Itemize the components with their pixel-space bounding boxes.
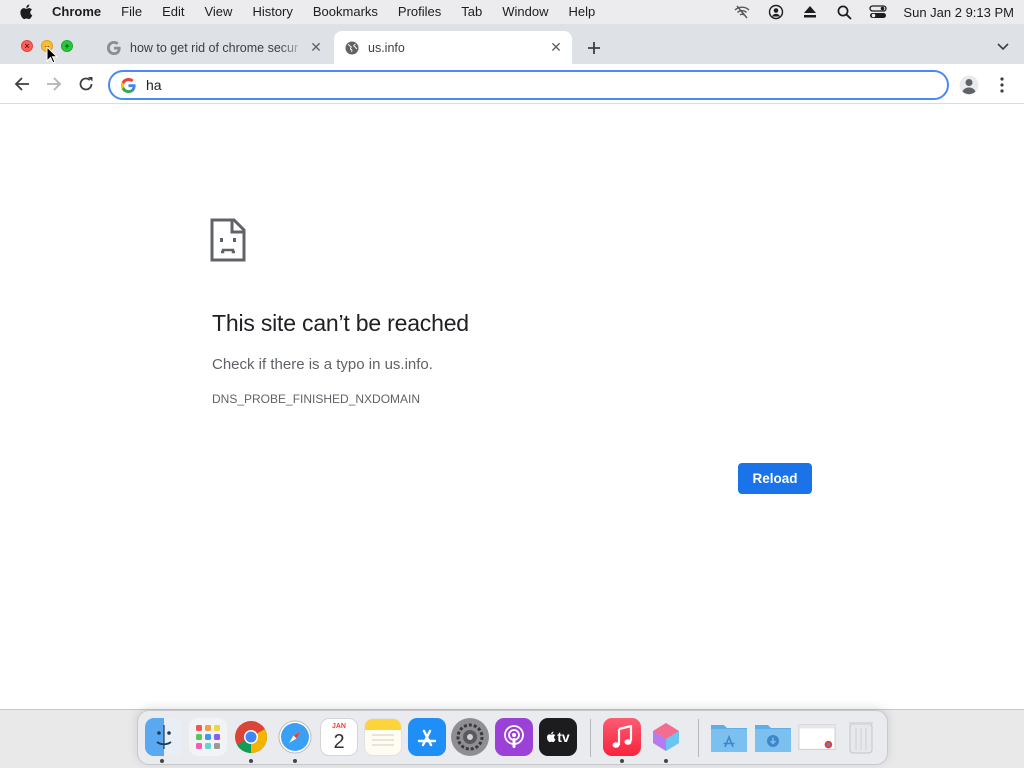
menubar-clock[interactable]: Sun Jan 2 9:13 PM: [895, 5, 1014, 20]
dock: JAN 2 tv: [137, 710, 888, 765]
dock-downloads-folder-icon[interactable]: [754, 718, 792, 756]
menu-tab[interactable]: Tab: [451, 0, 492, 24]
new-tab-button[interactable]: [582, 36, 606, 60]
profile-avatar-icon: [959, 75, 979, 95]
address-input[interactable]: [146, 77, 947, 93]
error-description: Check if there is a typo in us.info.: [212, 356, 433, 373]
menu-window[interactable]: Window: [492, 0, 558, 24]
close-icon: ×: [24, 41, 30, 51]
dock-chrome-icon[interactable]: [232, 718, 270, 756]
calendar-month: JAN: [331, 722, 346, 730]
dock-apple-tv-icon[interactable]: tv: [539, 718, 577, 756]
dock-music-icon[interactable]: [603, 718, 641, 756]
dock-chrome-window-thumbnail[interactable]: [798, 718, 836, 756]
tab-close-icon[interactable]: ✕: [306, 38, 326, 58]
menu-bookmarks[interactable]: Bookmarks: [303, 0, 388, 24]
dock-running-indicator: [664, 759, 668, 763]
chevron-down-icon: [997, 43, 1009, 51]
menu-profiles[interactable]: Profiles: [388, 0, 451, 24]
reload-page-button[interactable]: Reload: [738, 463, 812, 494]
profile-button[interactable]: [958, 74, 980, 96]
dock-applications-folder-icon[interactable]: [710, 718, 748, 756]
window-close-button[interactable]: ×: [21, 40, 33, 52]
menu-file[interactable]: File: [111, 0, 152, 24]
reload-button[interactable]: [74, 72, 98, 96]
menu-help[interactable]: Help: [559, 0, 606, 24]
address-bar[interactable]: [108, 70, 949, 100]
menu-bar: Chrome File Edit View History Bookmarks …: [0, 0, 1024, 24]
dock-app-store-icon[interactable]: [408, 718, 446, 756]
eject-icon[interactable]: [793, 0, 827, 24]
plus-icon: [588, 42, 600, 54]
reload-icon: [79, 77, 93, 91]
dock-running-indicator: [249, 759, 253, 763]
dock-running-indicator: [160, 759, 164, 763]
menu-history[interactable]: History: [242, 0, 302, 24]
arrow-left-icon: [14, 77, 29, 91]
google-icon: [106, 40, 122, 56]
control-center-icon[interactable]: [861, 0, 895, 24]
error-title: This site can’t be reached: [212, 310, 469, 336]
wifi-off-icon[interactable]: [725, 0, 759, 24]
dock-running-indicator: [620, 759, 624, 763]
dock-podcasts-icon[interactable]: [495, 718, 533, 756]
zoom-icon: +: [64, 41, 70, 51]
tv-label: tv: [557, 729, 570, 745]
chrome-menu-button[interactable]: [992, 74, 1012, 96]
dock-separator: [590, 719, 591, 757]
kebab-menu-icon: [1000, 77, 1004, 93]
google-g-icon: [120, 77, 136, 93]
sad-page-icon: [210, 218, 246, 262]
tab-search-button[interactable]: [994, 38, 1012, 56]
error-code: DNS_PROBE_FINISHED_NXDOMAIN: [212, 392, 421, 406]
dock-running-indicator: [293, 759, 297, 763]
user-account-icon[interactable]: [759, 0, 793, 24]
dock-safari-icon[interactable]: [276, 718, 314, 756]
mouse-cursor-icon: [46, 46, 58, 64]
browser-window: × – + how to get rid of chrome secur ✕ u…: [0, 24, 1024, 710]
dock-notes-icon[interactable]: [364, 718, 402, 756]
window-zoom-button[interactable]: +: [61, 40, 73, 52]
tab-close-icon[interactable]: ✕: [546, 38, 566, 58]
dock-system-preferences-icon[interactable]: [451, 718, 489, 756]
dock-calendar-icon[interactable]: JAN 2: [320, 718, 358, 756]
menu-app-chrome[interactable]: Chrome: [52, 0, 111, 24]
menu-view[interactable]: View: [194, 0, 242, 24]
dock-pixelmator-icon[interactable]: [647, 718, 685, 756]
dock-separator: [698, 719, 699, 757]
menu-edit[interactable]: Edit: [152, 0, 194, 24]
forward-button[interactable]: [42, 72, 66, 96]
browser-toolbar: [0, 64, 1024, 104]
dock-trash-icon[interactable]: [842, 718, 880, 756]
tab-search-result[interactable]: how to get rid of chrome secur ✕: [96, 31, 332, 64]
tab-us-info[interactable]: us.info ✕: [334, 31, 572, 64]
calendar-day: 2: [333, 730, 345, 753]
tab-title: us.info: [368, 40, 405, 55]
dock-launchpad-icon[interactable]: [189, 718, 227, 756]
error-page: This site can’t be reached Check if ther…: [0, 105, 1024, 709]
globe-icon: [344, 40, 360, 56]
dock-finder-icon[interactable]: [145, 718, 183, 756]
tab-title: how to get rid of chrome secur: [130, 40, 299, 55]
arrow-right-icon: [47, 77, 62, 91]
spotlight-search-icon[interactable]: [827, 0, 861, 24]
apple-menu-icon[interactable]: [0, 0, 52, 24]
tab-strip: × – + how to get rid of chrome secur ✕ u…: [0, 24, 1024, 64]
back-button[interactable]: [10, 72, 34, 96]
